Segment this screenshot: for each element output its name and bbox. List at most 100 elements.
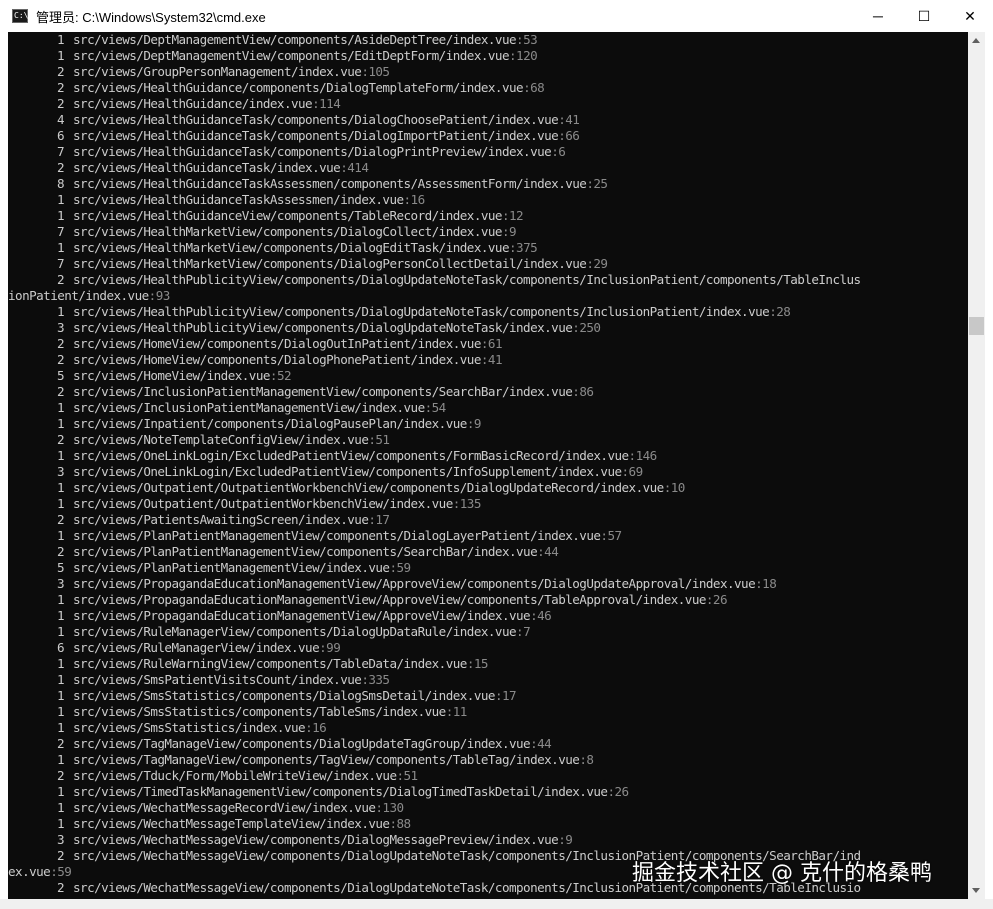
console-line: 1 src/views/Inpatient/components/DialogPa… bbox=[8, 416, 968, 432]
match-count: 1 bbox=[56, 656, 65, 671]
console-line: 7 src/views/HealthMarketView/components/D… bbox=[8, 224, 968, 240]
match-count: 1 bbox=[56, 416, 65, 431]
title-bar[interactable]: C:\ 管理员: C:\Windows\System32\cmd.exe ─ ☐… bbox=[0, 0, 993, 32]
file-path: src/views/HealthGuidanceTask/components/… bbox=[73, 128, 559, 143]
console-line: 1 src/views/HealthMarketView/components/D… bbox=[8, 240, 968, 256]
vertical-scrollbar[interactable] bbox=[968, 32, 985, 899]
console-line: 8 src/views/HealthGuidanceTaskAssessmen/c… bbox=[8, 176, 968, 192]
console-line: 6 src/views/RuleManagerView/index.vue:99 bbox=[8, 640, 968, 656]
scroll-down-arrow-icon[interactable] bbox=[972, 888, 980, 893]
console-line: 1 src/views/DeptManagementView/components… bbox=[8, 32, 968, 48]
match-count: 3 bbox=[56, 832, 65, 847]
file-path: ionPatient/index.vue bbox=[8, 288, 149, 303]
line-number: :146 bbox=[628, 448, 658, 463]
file-path: src/views/TagManageView/components/Dialo… bbox=[73, 736, 531, 751]
console-line: 1 src/views/DeptManagementView/components… bbox=[8, 48, 968, 64]
match-count: 1 bbox=[56, 608, 65, 623]
console-line: 1 src/views/PropagandaEducationManagement… bbox=[8, 592, 968, 608]
line-number: :16 bbox=[305, 720, 327, 735]
console-line: 4 src/views/HealthGuidanceTask/components… bbox=[8, 112, 968, 128]
file-path: src/views/HealthGuidanceTask/components/… bbox=[73, 144, 552, 159]
line-number: :16 bbox=[403, 192, 426, 207]
file-path: src/views/GroupPersonManagement/index.vu… bbox=[73, 64, 362, 79]
match-count: 2 bbox=[56, 272, 65, 287]
match-count: 1 bbox=[56, 192, 65, 207]
file-path: src/views/PropagandaEducationManagementV… bbox=[73, 576, 756, 591]
console-output[interactable]: 1 src/views/DeptManagementView/components… bbox=[8, 32, 968, 899]
match-count: 3 bbox=[56, 576, 65, 591]
file-path: src/views/TimedTaskManagementView/compon… bbox=[73, 784, 608, 799]
file-path: src/views/Tduck/Form/MobileWriteView/ind… bbox=[73, 768, 397, 783]
match-count: 7 bbox=[56, 256, 65, 271]
line-number: :375 bbox=[509, 240, 538, 255]
line-number: :93 bbox=[148, 288, 171, 303]
file-path: src/views/PropagandaEducationManagementV… bbox=[73, 592, 706, 607]
match-count: 2 bbox=[56, 432, 65, 447]
match-count: 1 bbox=[56, 400, 65, 415]
console-line: 2 src/views/HomeView/components/DialogPho… bbox=[8, 352, 968, 368]
console-line: 2 src/views/InclusionPatientManagementVie… bbox=[8, 384, 968, 400]
line-number: :7 bbox=[516, 624, 531, 639]
line-number: :105 bbox=[361, 64, 390, 79]
file-path: src/views/RuleWarningView/components/Tab… bbox=[73, 656, 467, 671]
line-number: :41 bbox=[558, 112, 580, 127]
maximize-button[interactable]: ☐ bbox=[901, 0, 947, 32]
match-count: 1 bbox=[56, 32, 65, 47]
scroll-up-arrow-icon[interactable] bbox=[972, 38, 980, 43]
line-number: :18 bbox=[755, 576, 777, 591]
match-count: 2 bbox=[56, 736, 65, 751]
console-line: 1 src/views/RuleWarningView/components/Ta… bbox=[8, 656, 968, 672]
file-path: src/views/Inpatient/components/DialogPau… bbox=[73, 416, 467, 431]
console-line: 2 src/views/TagManageView/components/Dial… bbox=[8, 736, 968, 752]
line-number: :120 bbox=[509, 48, 538, 63]
line-number: :61 bbox=[480, 336, 503, 351]
match-count: 1 bbox=[56, 624, 65, 639]
match-count: 1 bbox=[56, 816, 65, 831]
match-count: 8 bbox=[56, 176, 65, 191]
file-path: src/views/HealthGuidanceTaskAssessmen/co… bbox=[73, 176, 587, 191]
console-line: 2 src/views/GroupPersonManagement/index.v… bbox=[8, 64, 968, 80]
match-count: 1 bbox=[56, 688, 65, 703]
line-number: :99 bbox=[319, 640, 341, 655]
console-line: 2 src/views/PlanPatientManagementView/com… bbox=[8, 544, 968, 560]
console-line: 1 src/views/OneLinkLogin/ExcludedPatientV… bbox=[8, 448, 968, 464]
file-path: src/views/DeptManagementView/components/… bbox=[73, 48, 510, 63]
line-number: :25 bbox=[586, 176, 608, 191]
console-line: 3 src/views/OneLinkLogin/ExcludedPatientV… bbox=[8, 464, 968, 480]
window-controls: ─ ☐ ✕ bbox=[855, 0, 993, 32]
file-path: src/views/PlanPatientManagementView/comp… bbox=[73, 528, 601, 543]
line-number: :51 bbox=[368, 432, 390, 447]
line-number: :68 bbox=[523, 80, 545, 95]
console-line: 2 src/views/HealthGuidance/components/Dia… bbox=[8, 80, 968, 96]
console-line: 1 src/views/Outpatient/OutpatientWorkbenc… bbox=[8, 496, 968, 512]
file-path: src/views/SmsPatientVisitsCount/index.vu… bbox=[73, 672, 362, 687]
match-count: 2 bbox=[56, 544, 65, 559]
line-number: :41 bbox=[480, 352, 503, 367]
close-button[interactable]: ✕ bbox=[947, 0, 993, 32]
match-count: 1 bbox=[56, 704, 65, 719]
file-path: ex.vue bbox=[8, 864, 51, 879]
line-number: :17 bbox=[494, 688, 517, 703]
file-path: src/views/OneLinkLogin/ExcludedPatientVi… bbox=[73, 464, 622, 479]
line-number: :26 bbox=[705, 592, 728, 607]
line-number: :15 bbox=[466, 656, 489, 671]
file-path: src/views/HomeView/components/DialogPhon… bbox=[73, 352, 481, 367]
cmd-icon: C:\ bbox=[12, 9, 28, 23]
match-count: 4 bbox=[56, 112, 65, 127]
match-count: 1 bbox=[56, 800, 65, 815]
minimize-button[interactable]: ─ bbox=[855, 0, 901, 32]
line-number: :26 bbox=[607, 784, 629, 799]
console-line: 1 src/views/TagManageView/components/TagV… bbox=[8, 752, 968, 768]
match-count: 1 bbox=[56, 208, 65, 223]
file-path: src/views/HealthMarketView/components/Di… bbox=[73, 224, 503, 239]
match-count: 6 bbox=[56, 128, 65, 143]
file-path: src/views/TagManageView/components/TagVi… bbox=[73, 752, 580, 767]
line-number: :9 bbox=[466, 416, 482, 431]
console-line: 6 src/views/HealthGuidanceTask/components… bbox=[8, 128, 968, 144]
scrollbar-thumb[interactable] bbox=[969, 317, 984, 335]
file-path: src/views/WechatMessageView/components/D… bbox=[73, 832, 559, 847]
match-count: 2 bbox=[56, 768, 65, 783]
file-path: src/views/PatientsAwaitingScreen/index.v… bbox=[73, 512, 369, 527]
console-line: 2 src/views/HealthPublicityView/component… bbox=[8, 272, 968, 288]
match-count: 5 bbox=[56, 368, 65, 383]
